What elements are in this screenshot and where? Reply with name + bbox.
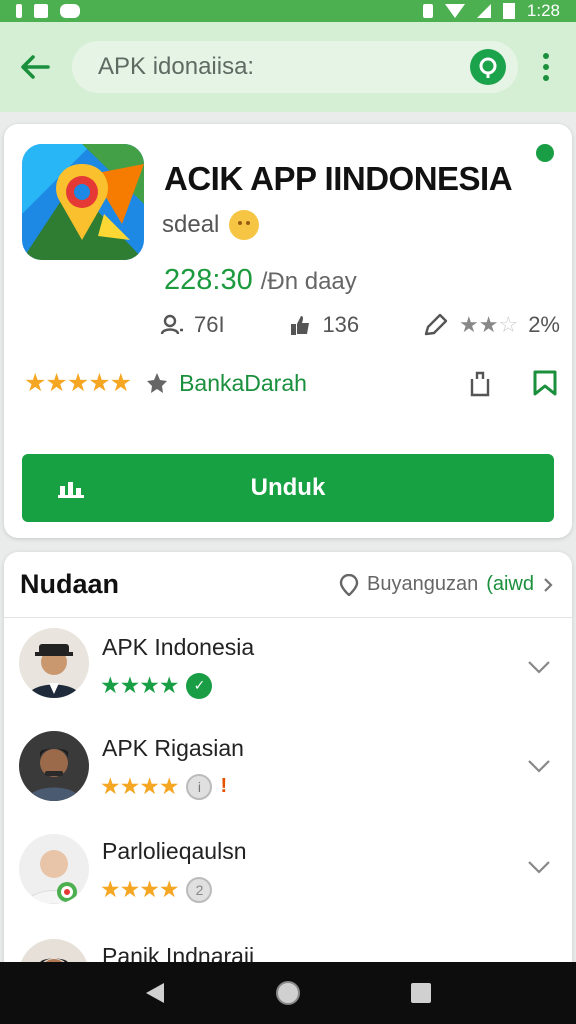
vibrate-icon <box>422 4 433 18</box>
system-nav-bar <box>0 962 576 1024</box>
more-vert-icon[interactable] <box>528 53 564 81</box>
stat-likes-value: 136 <box>322 312 360 337</box>
pen-icon <box>424 313 448 336</box>
search-bar[interactable] <box>72 41 518 93</box>
app-info-card: ACIK APP IINDONESIA sdeal 228:30 /Ðn daa… <box>4 124 572 538</box>
battery-icon <box>502 3 515 19</box>
list-item[interactable]: Parlolieqaulsn ★★★★ 2 <box>4 824 572 927</box>
green-check-badge-icon: ✓ <box>186 672 213 699</box>
flag-mark-icon: ! <box>220 775 228 797</box>
chevron-down-icon[interactable] <box>526 654 552 680</box>
rating-stars: ★★★★★ <box>24 369 132 397</box>
rating-stars-small: ★★☆ <box>459 312 519 337</box>
review-stars: ★★★★ 2 <box>100 876 213 903</box>
info-badge-icon: i <box>186 773 213 800</box>
chart-icon <box>58 482 84 498</box>
status-bar: 1:28 <box>0 0 576 22</box>
wifi-icon <box>444 4 465 18</box>
price-suffix: /Ðn daay <box>260 268 357 295</box>
list-item[interactable]: APK Indonesia ★★★★ ✓ <box>4 618 572 721</box>
avatar <box>19 628 89 698</box>
back-button[interactable] <box>12 44 58 90</box>
arrow-left-icon <box>21 55 50 79</box>
search-icon[interactable] <box>470 49 506 85</box>
nav-recents-icon[interactable] <box>410 982 432 1004</box>
reviews-see-all-link[interactable]: Buyanguzan (aiwd <box>339 573 554 596</box>
price-row: 228:30 /Ðn daay <box>164 264 357 297</box>
chevron-right-icon <box>544 577 553 592</box>
verified-badge-icon <box>536 144 554 162</box>
user-icon <box>160 314 183 335</box>
stats-row: 76I 136 ★★☆ 2% <box>160 312 560 338</box>
status-time: 1:28 <box>526 1 560 20</box>
chevron-down-icon[interactable] <box>526 753 552 779</box>
nav-back-icon[interactable] <box>144 981 166 1005</box>
emoji-face-icon <box>229 210 260 240</box>
star-rating: ★★★★ <box>100 876 179 902</box>
stat-downloads-value: 76I <box>194 312 225 337</box>
stat-likes: 136 <box>288 312 359 338</box>
star-rating: ★★★★ <box>100 672 179 698</box>
nav-home-icon[interactable] <box>274 979 302 1007</box>
share-icon[interactable] <box>468 369 492 397</box>
reviewer-name: APK Indonesia <box>102 634 255 660</box>
grey-count-badge-icon: 2 <box>186 876 213 903</box>
app-icon <box>22 144 144 260</box>
stat-rating-value: 2% <box>528 312 560 337</box>
stat-rating: ★★☆ 2% <box>423 312 560 338</box>
signal-icon <box>476 4 491 18</box>
reviews-link-extra: (aiwd <box>486 573 534 595</box>
avatar <box>19 834 89 904</box>
avatar-bald-man-icon <box>19 834 89 904</box>
location-pin-icon <box>339 573 359 596</box>
review-stars: ★★★★ i ! <box>100 773 227 800</box>
install-label: Unduk <box>250 474 326 501</box>
reviews-title: Nudaan <box>20 569 120 599</box>
reviews-link-text: Buyanguzan <box>367 573 479 595</box>
sim-icon <box>16 4 22 18</box>
developer-name[interactable]: sdeal <box>162 211 219 239</box>
thumbs-up-icon <box>291 316 310 335</box>
avatar <box>19 731 89 801</box>
status-right-icons: 1:28 <box>422 1 560 21</box>
list-item[interactable]: APK Rigasian ★★★★ i ! <box>4 721 572 824</box>
star-rating: ★★★★ <box>100 773 179 799</box>
app-title: ACIK APP IINDONESIA <box>164 160 513 197</box>
tag-icon <box>147 373 168 393</box>
menu-dot <box>543 75 549 81</box>
stat-downloads: 76I <box>160 312 225 338</box>
reviews-card: Nudaan Buyanguzan (aiwd APK Indonesia ★★… <box>4 552 572 972</box>
search-input[interactable] <box>98 53 470 81</box>
install-button[interactable]: Unduk <box>22 454 554 522</box>
chevron-down-icon[interactable] <box>526 854 552 880</box>
search-glyph <box>479 57 497 78</box>
maps-logo-icon <box>22 144 144 260</box>
action-icons <box>468 369 558 397</box>
category-label: BankaDarah <box>179 369 307 396</box>
developer-row: sdeal <box>162 210 260 240</box>
review-stars: ★★★★ ✓ <box>100 672 213 699</box>
rating-row: ★★★★★ BankaDarah <box>24 368 558 398</box>
status-left-icons <box>16 4 80 18</box>
menu-dot <box>543 64 549 70</box>
category-link[interactable]: BankaDarah <box>145 370 307 397</box>
top-app-bar <box>0 22 576 112</box>
game-notification-icon <box>60 4 80 18</box>
bookmark-icon[interactable] <box>532 369 558 397</box>
avatar-man-hat-icon <box>19 628 89 698</box>
image-notification-icon <box>34 4 48 18</box>
reviews-header: Nudaan Buyanguzan (aiwd <box>4 552 572 618</box>
avatar-man-icon <box>19 731 89 801</box>
price-value: 228:30 <box>164 264 253 296</box>
menu-dot <box>543 53 549 59</box>
reviewer-name: Parlolieqaulsn <box>102 838 247 864</box>
reviewer-name: APK Rigasian <box>102 735 244 761</box>
